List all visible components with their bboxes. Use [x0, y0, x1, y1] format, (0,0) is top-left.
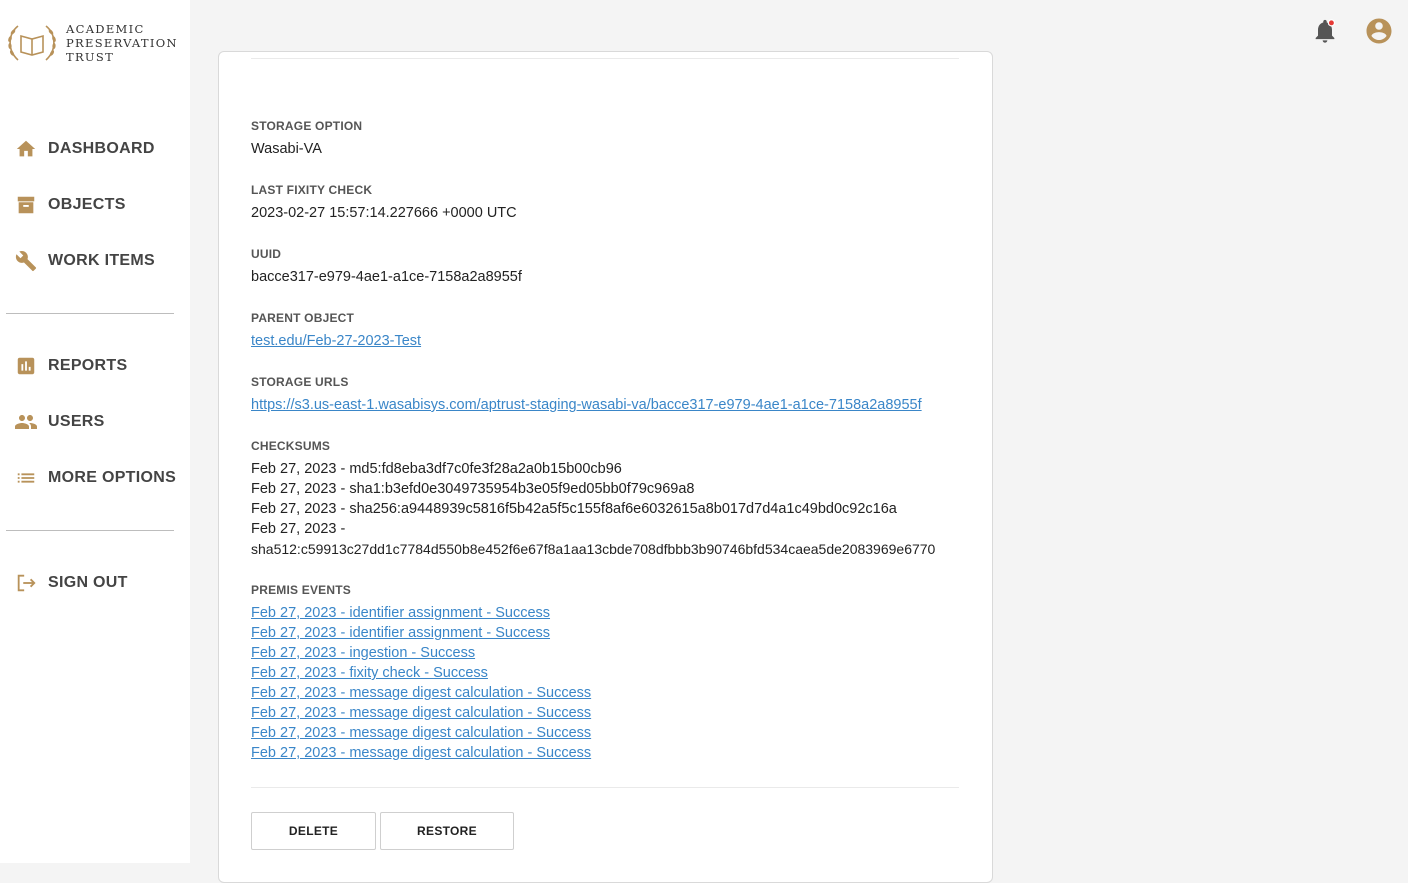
sidebar-item-work-items[interactable]: WORK ITEMS: [14, 246, 184, 276]
sidebar-item-users[interactable]: USERS: [14, 407, 184, 437]
wrench-icon: [14, 249, 38, 273]
storage-option-label: STORAGE OPTION: [251, 119, 363, 133]
checksums-label: CHECKSUMS: [251, 439, 331, 453]
checksum-line: Feb 27, 2023 - sha256:a9448939c5816f5b42…: [251, 501, 897, 517]
premis-event-link[interactable]: Feb 27, 2023 - message digest calculatio…: [251, 745, 591, 761]
checksum-line: Feb 27, 2023 - md5:fd8eba3df7c0fe3f28a2a…: [251, 461, 622, 477]
sidebar-divider: [6, 530, 174, 531]
brand-logo[interactable]: ACADEMIC PRESERVATION TRUST: [4, 18, 184, 68]
notifications-button[interactable]: [1310, 16, 1340, 46]
parent-object-link[interactable]: test.edu/Feb-27-2023-Test: [251, 333, 421, 349]
parent-object-label: PARENT OBJECT: [251, 311, 355, 325]
sidebar-item-label: SIGN OUT: [48, 574, 128, 591]
chart-icon: [14, 354, 38, 378]
uuid-value: bacce317-e979-4ae1-a1ce-7158a2a8955f: [251, 269, 522, 285]
sidebar-item-sign-out[interactable]: SIGN OUT: [14, 568, 184, 598]
delete-button[interactable]: DELETE: [251, 812, 376, 850]
premis-event-link[interactable]: Feb 27, 2023 - message digest calculatio…: [251, 685, 591, 701]
archive-icon: [14, 193, 38, 217]
sidebar-item-objects[interactable]: OBJECTS: [14, 190, 184, 220]
premis-event-link[interactable]: Feb 27, 2023 - ingestion - Success: [251, 645, 475, 661]
home-icon: [14, 137, 38, 161]
bell-icon: [1315, 19, 1336, 43]
storage-option-value: Wasabi-VA: [251, 141, 322, 157]
last-fixity-check-value: 2023-02-27 15:57:14.227666 +0000 UTC: [251, 205, 517, 221]
divider: [251, 787, 959, 788]
sidebar-item-label: USERS: [48, 413, 105, 430]
brand-line-2: PRESERVATION: [66, 36, 178, 50]
sidebar-item-more-options[interactable]: MORE OPTIONS: [14, 463, 184, 493]
brand-name: ACADEMIC PRESERVATION TRUST: [66, 22, 178, 64]
sign-out-icon: [14, 571, 38, 595]
premis-events-label: PREMIS EVENTS: [251, 583, 351, 597]
sidebar-item-label: DASHBOARD: [48, 140, 155, 157]
premis-event-link[interactable]: Feb 27, 2023 - fixity check - Success: [251, 665, 488, 681]
sidebar-item-label: REPORTS: [48, 357, 128, 374]
account-button[interactable]: [1364, 16, 1394, 46]
brand-line-3: TRUST: [66, 50, 115, 64]
sidebar-divider: [6, 313, 174, 314]
last-fixity-check-label: LAST FIXITY CHECK: [251, 183, 373, 197]
file-detail-card: STORAGE OPTION Wasabi-VA LAST FIXITY CHE…: [218, 51, 993, 883]
checksum-line: sha512:c59913c27dd1c7784d550b8e452f6e67f…: [251, 541, 936, 557]
uuid-label: UUID: [251, 247, 282, 261]
list-icon: [14, 466, 38, 490]
storage-url-link[interactable]: https://s3.us-east-1.wasabisys.com/aptru…: [251, 397, 922, 413]
premis-event-link[interactable]: Feb 27, 2023 - message digest calculatio…: [251, 705, 591, 721]
premis-event-link[interactable]: Feb 27, 2023 - identifier assignment - S…: [251, 605, 550, 621]
brand-line-1: ACADEMIC: [66, 22, 145, 36]
sidebar-item-label: WORK ITEMS: [48, 252, 155, 269]
premis-event-link[interactable]: Feb 27, 2023 - identifier assignment - S…: [251, 625, 550, 641]
sidebar-item-label: OBJECTS: [48, 196, 126, 213]
sidebar-item-dashboard[interactable]: DASHBOARD: [14, 134, 184, 164]
storage-urls-label: STORAGE URLS: [251, 375, 349, 389]
sidebar: ACADEMIC PRESERVATION TRUST DASHBOARD OB…: [0, 0, 190, 863]
checksum-line: Feb 27, 2023 - sha1:b3efd0e3049735954b3e…: [251, 481, 695, 497]
users-icon: [14, 410, 38, 434]
restore-button[interactable]: RESTORE: [380, 812, 514, 850]
account-icon: [1366, 18, 1392, 44]
divider: [251, 58, 959, 59]
sidebar-item-reports[interactable]: REPORTS: [14, 351, 184, 381]
sidebar-item-label: MORE OPTIONS: [48, 469, 177, 486]
premis-event-link[interactable]: Feb 27, 2023 - message digest calculatio…: [251, 725, 591, 741]
laurel-book-icon: [8, 25, 56, 61]
checksum-line: Feb 27, 2023 -: [251, 521, 346, 537]
